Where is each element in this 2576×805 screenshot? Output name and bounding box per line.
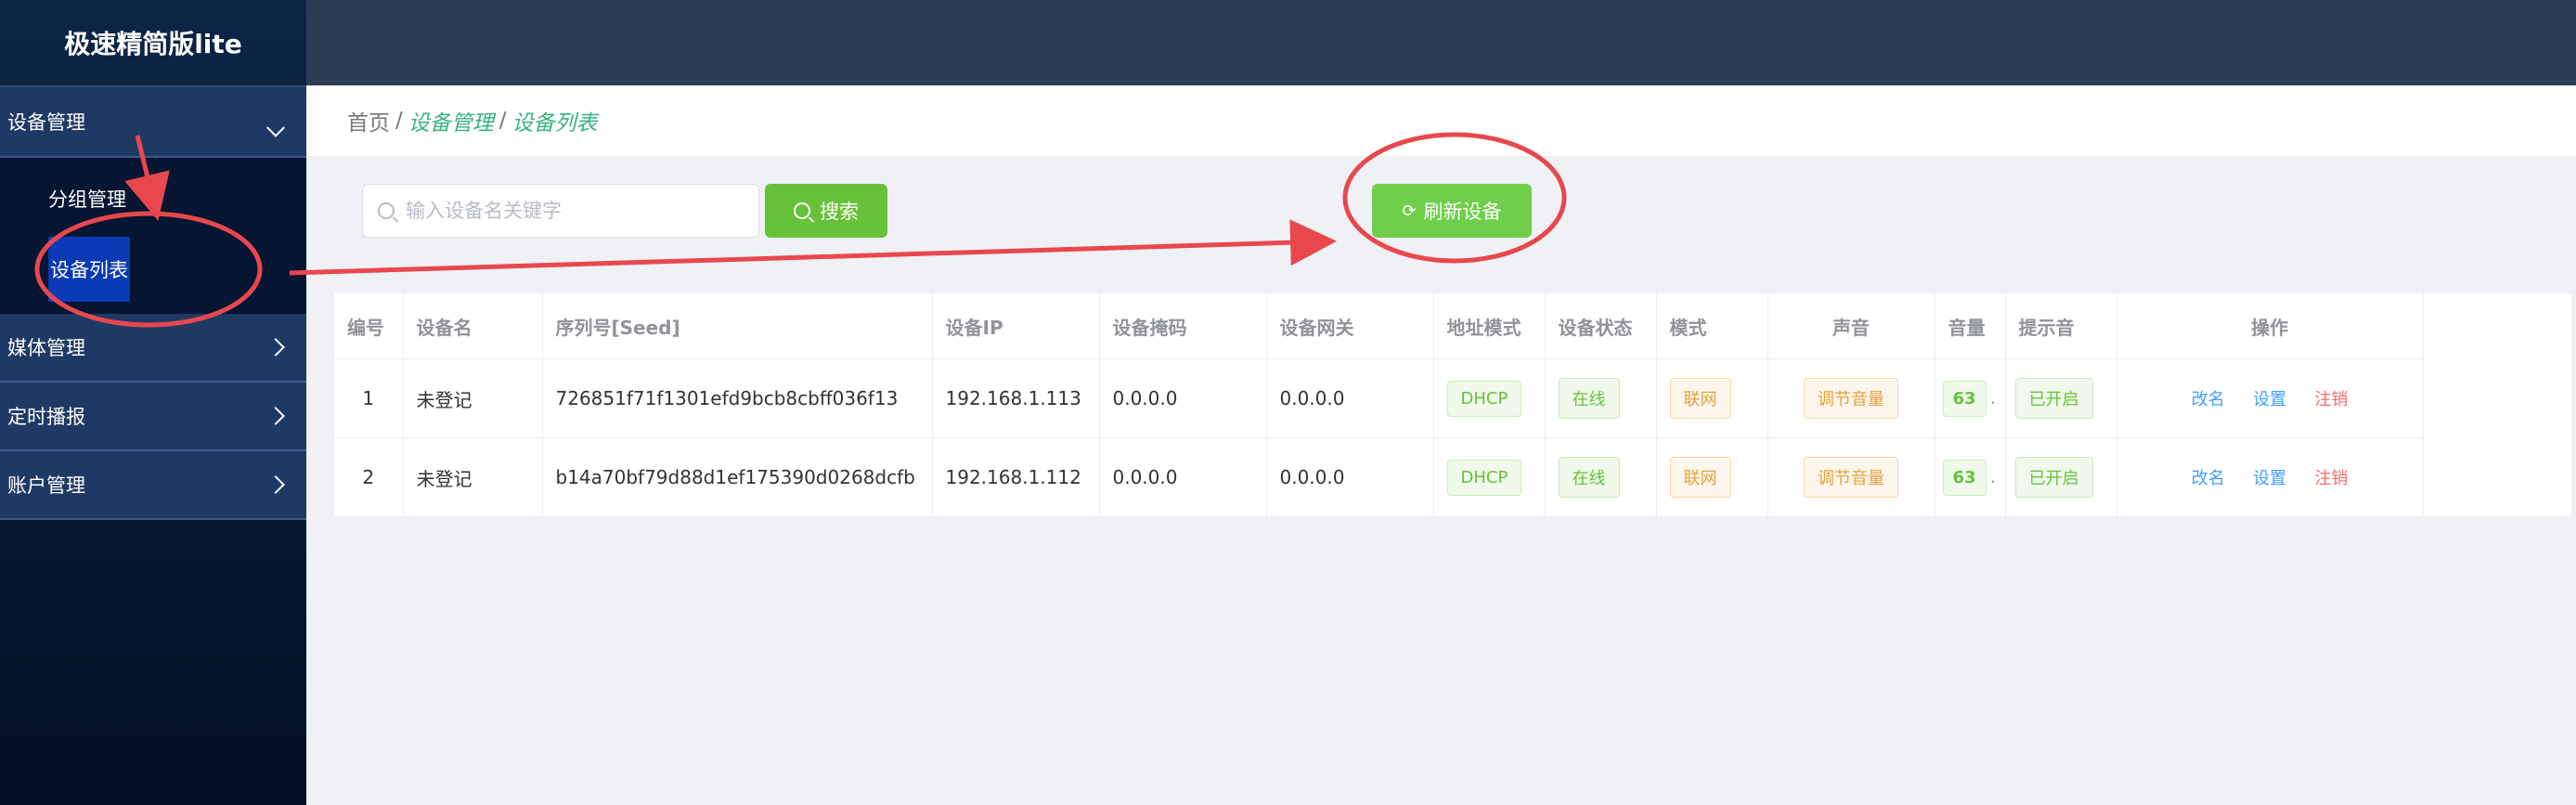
cell-no: 2 [334, 437, 404, 517]
cell-ip: 192.168.1.112 [932, 437, 1100, 517]
cell-name: 未登记 [403, 358, 543, 438]
menu-account-management[interactable]: 账户管理 [0, 451, 306, 520]
rename-link[interactable]: 改名 [2192, 390, 2225, 409]
adjust-volume-button[interactable]: 调节音量 [1804, 457, 1898, 498]
breadcrumb-device-management[interactable]: 设备管理 [408, 105, 494, 136]
settings-link[interactable]: 设置 [2253, 390, 2286, 409]
cell-mode: 联网 [1656, 437, 1768, 517]
table-row: 2 未登记 b14a70bf79d88d1ef175390d0268dcfb 1… [334, 437, 2424, 517]
breadcrumb: 首页 / 设备管理 / 设备列表 [306, 85, 2576, 156]
cell-addr-mode: DHCP [1433, 437, 1546, 517]
cell-gateway: 0.0.0.0 [1266, 358, 1434, 438]
cell-seed: 726851f71f1301efd9bcb8cbff036f13 [542, 358, 933, 438]
column-header: 设备状态 [1545, 293, 1657, 359]
app-logo: 极速精简版lite [0, 0, 306, 87]
cell-tone: 已开启 [2005, 437, 2117, 517]
chevron-down-icon [266, 118, 285, 137]
submenu-label: 分组管理 [48, 188, 126, 211]
overflow-dot: . [1989, 385, 1996, 409]
volume-tag: 63 [1942, 459, 1987, 496]
submenu-item-device-list[interactable]: 设备列表 [0, 234, 306, 305]
addr-mode-tag: DHCP [1446, 380, 1522, 417]
column-header: 模式 [1656, 293, 1768, 359]
chevron-right-icon [266, 407, 285, 425]
cell-volume: 63. [1935, 358, 2006, 438]
search-icon [378, 202, 395, 219]
column-header: 设备IP [932, 293, 1100, 359]
column-header: 设备网关 [1266, 293, 1434, 359]
column-header: 设备名 [403, 293, 543, 359]
sidebar: 极速精简版lite 设备管理 分组管理 设备列表 媒体管理 定时播报 账户管理 [0, 0, 306, 805]
column-header: 设备掩码 [1099, 293, 1267, 359]
chevron-right-icon [266, 338, 285, 357]
menu-device-management[interactable]: 设备管理 [0, 87, 306, 158]
cell-status: 在线 [1545, 437, 1657, 517]
cell-actions: 改名 设置 注销 [2116, 358, 2424, 438]
cell-volume: 63. [1935, 437, 2006, 517]
cell-sound: 调节音量 [1767, 437, 1935, 517]
submenu-item-group-management[interactable]: 分组管理 [0, 163, 306, 234]
menu-scheduled-broadcast[interactable]: 定时播报 [0, 383, 306, 451]
column-header: 声音 [1767, 293, 1935, 359]
menu-label: 设备管理 [7, 111, 85, 134]
refresh-icon: ⟳ [1402, 201, 1417, 221]
breadcrumb-separator: / [498, 109, 507, 133]
search-button-label: 搜索 [820, 201, 859, 223]
mode-tag: 联网 [1669, 378, 1731, 419]
settings-link[interactable]: 设置 [2253, 469, 2286, 488]
breadcrumb-home[interactable]: 首页 [347, 105, 390, 136]
menu-label: 定时播报 [7, 406, 85, 428]
menu-label: 媒体管理 [7, 337, 85, 359]
deregister-link[interactable]: 注销 [2314, 390, 2348, 409]
overflow-dot: . [1989, 464, 1996, 487]
submenu-device-management: 分组管理 设备列表 [0, 158, 306, 314]
cell-tone: 已开启 [2005, 358, 2117, 438]
cell-mask: 0.0.0.0 [1099, 358, 1267, 438]
status-badge: 在线 [1558, 457, 1620, 498]
top-bar [306, 0, 2576, 85]
table-header-row: 编号 设备名 序列号[Seed] 设备IP 设备掩码 设备网关 地址模式 设备状… [334, 293, 2424, 359]
cell-no: 1 [334, 358, 404, 438]
cell-mode: 联网 [1656, 358, 1768, 438]
column-header: 音量 [1935, 293, 2006, 359]
refresh-devices-button[interactable]: ⟳ 刷新设备 [1372, 184, 1532, 238]
cell-mask: 0.0.0.0 [1099, 437, 1267, 517]
breadcrumb-device-list: 设备列表 [511, 111, 598, 136]
search-button[interactable]: 搜索 [765, 184, 887, 238]
submenu-label: 设备列表 [48, 237, 130, 302]
rename-link[interactable]: 改名 [2192, 469, 2225, 488]
tone-tag: 已开启 [2014, 378, 2093, 419]
addr-mode-tag: DHCP [1446, 459, 1522, 496]
cell-ip: 192.168.1.113 [932, 358, 1100, 438]
adjust-volume-button[interactable]: 调节音量 [1804, 378, 1898, 419]
tone-tag: 已开启 [2014, 457, 2093, 498]
search-input[interactable] [404, 199, 742, 223]
search-box[interactable] [362, 184, 759, 238]
breadcrumb-separator: / [395, 109, 403, 133]
volume-tag: 63 [1942, 380, 1987, 417]
table-row: 1 未登记 726851f71f1301efd9bcb8cbff036f13 1… [334, 358, 2424, 438]
search-icon [794, 202, 810, 219]
column-header: 编号 [334, 293, 404, 359]
column-header: 提示音 [2005, 293, 2117, 359]
mode-tag: 联网 [1669, 457, 1731, 498]
device-table: 编号 设备名 序列号[Seed] 设备IP 设备掩码 设备网关 地址模式 设备状… [334, 293, 2571, 517]
cell-gateway: 0.0.0.0 [1266, 437, 1434, 517]
cell-sound: 调节音量 [1767, 358, 1935, 438]
chevron-right-icon [266, 475, 285, 494]
status-badge: 在线 [1558, 378, 1620, 419]
refresh-button-label: 刷新设备 [1423, 201, 1502, 223]
column-header: 序列号[Seed] [542, 293, 933, 359]
cell-status: 在线 [1545, 358, 1657, 438]
cell-seed: b14a70bf79d88d1ef175390d0268dcfb [542, 437, 933, 517]
column-header: 操作 [2116, 293, 2424, 359]
deregister-link[interactable]: 注销 [2314, 469, 2348, 488]
cell-addr-mode: DHCP [1433, 358, 1546, 438]
menu-label: 账户管理 [7, 474, 85, 497]
column-header: 地址模式 [1433, 293, 1546, 359]
annotation-arrow-to-refresh-button [289, 219, 1337, 276]
cell-actions: 改名 设置 注销 [2116, 437, 2424, 517]
cell-name: 未登记 [403, 437, 543, 517]
menu-media-management[interactable]: 媒体管理 [0, 314, 306, 383]
